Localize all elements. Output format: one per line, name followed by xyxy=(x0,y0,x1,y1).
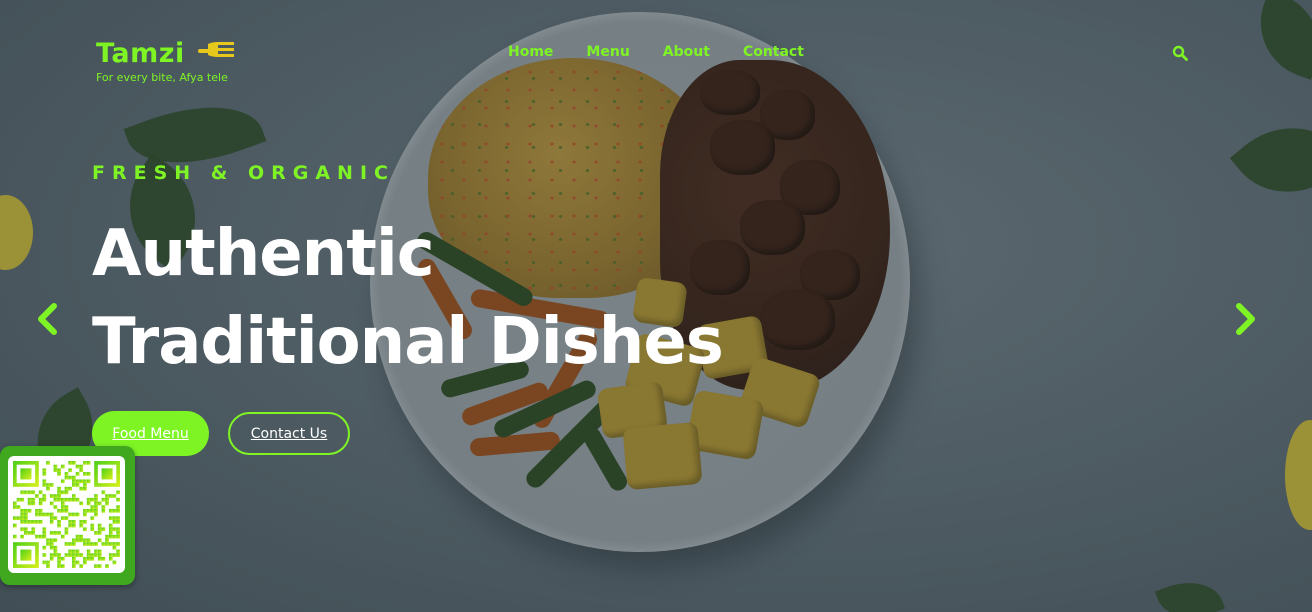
headline-line-2: Traditional Dishes xyxy=(92,305,724,379)
qr-code-frame xyxy=(8,456,125,573)
beef-piece xyxy=(700,70,760,115)
leaf-decoration xyxy=(1154,570,1226,612)
qr-code-icon xyxy=(13,461,120,568)
potato-chunk xyxy=(622,421,703,491)
nav-item-contact[interactable]: Contact xyxy=(743,44,804,60)
hero-eyebrow: FRESH & ORGANIC xyxy=(92,162,395,184)
leaf-decoration xyxy=(1229,100,1312,220)
headline-line-1: Authentic xyxy=(92,217,435,291)
beef-piece xyxy=(740,200,805,255)
brand-logo[interactable]: Tamzi For every bite, Afya tele xyxy=(96,38,234,84)
chevron-right-icon[interactable] xyxy=(1233,302,1259,336)
beef-piece xyxy=(760,290,835,350)
lemon-decoration xyxy=(0,195,33,270)
qr-code-widget[interactable] xyxy=(0,446,135,585)
leaf-decoration xyxy=(1245,0,1312,80)
nav-item-menu[interactable]: Menu xyxy=(586,44,629,60)
contact-us-button[interactable]: Contact Us xyxy=(228,412,350,455)
beef-piece xyxy=(710,120,775,175)
lemon-decoration xyxy=(1285,420,1312,530)
logo-text: Tamzi xyxy=(96,38,185,69)
search-icon[interactable] xyxy=(1172,45,1188,61)
chevron-left-icon[interactable] xyxy=(34,302,60,336)
brand-tagline: For every bite, Afya tele xyxy=(96,71,228,84)
hero-headline: Authentic Traditional Dishes xyxy=(92,210,724,386)
nav-item-about[interactable]: About xyxy=(663,44,710,60)
main-nav: Home Menu About Contact xyxy=(508,44,837,60)
nav-item-home[interactable]: Home xyxy=(508,44,553,60)
fork-icon xyxy=(198,42,234,57)
